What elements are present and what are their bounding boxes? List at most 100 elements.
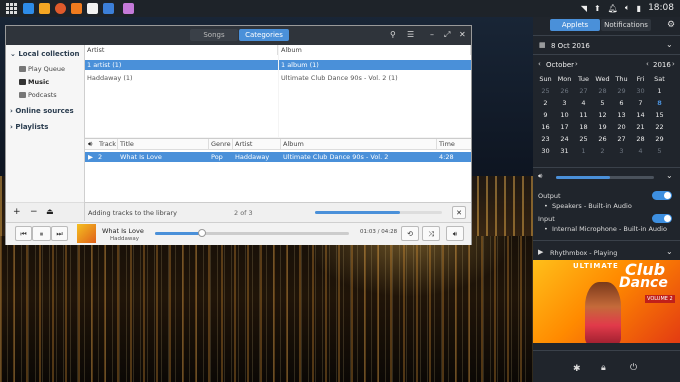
calendar-day[interactable]: 5: [593, 97, 612, 109]
calendar-day[interactable]: 25: [574, 133, 593, 145]
player-icon[interactable]: [71, 3, 82, 14]
calendar-day[interactable]: 30: [536, 145, 555, 157]
chevron-down-icon[interactable]: ⌄: [666, 171, 673, 180]
calendar-day[interactable]: 10: [555, 109, 574, 121]
system-settings-icon[interactable]: ✱: [573, 364, 581, 374]
artist-row[interactable]: Haddaway (1): [87, 73, 133, 83]
sidebar-item-podcasts[interactable]: Podcasts: [28, 91, 57, 99]
calendar-day[interactable]: 2: [536, 97, 555, 109]
col-time[interactable]: Time: [437, 139, 471, 149]
col-track[interactable]: Track: [97, 139, 118, 149]
bell-icon[interactable]: 🔔︎: [608, 4, 618, 13]
play-icon[interactable]: ▶: [538, 248, 543, 256]
calendar-day[interactable]: 1: [650, 85, 669, 97]
files-icon[interactable]: [103, 3, 114, 14]
col-genre[interactable]: Genre: [209, 139, 233, 149]
artist-header[interactable]: Artist: [85, 45, 278, 55]
calendar-day[interactable]: 6: [612, 97, 631, 109]
col-artist[interactable]: Artist: [233, 139, 281, 149]
seek-handle[interactable]: [197, 229, 206, 237]
settings-gear-icon[interactable]: ⚙: [667, 20, 675, 30]
col-album[interactable]: Album: [281, 139, 437, 149]
artist-all-row[interactable]: 1 artist (1): [85, 60, 278, 70]
calendar-day[interactable]: 14: [631, 109, 650, 121]
table-row[interactable]: ▶ 2 What Is Love Pop Haddaway Ultimate C…: [85, 152, 471, 162]
search-icon[interactable]: ⚲: [390, 30, 396, 39]
sidebar-item-play-queue[interactable]: Play Queue: [28, 65, 65, 73]
calendar-day[interactable]: 19: [593, 121, 612, 133]
wifi-icon[interactable]: ◥: [581, 4, 587, 13]
tab-categories[interactable]: Categories: [239, 29, 289, 41]
calendar-day[interactable]: 18: [574, 121, 593, 133]
seek-bar[interactable]: [155, 229, 349, 237]
close-icon[interactable]: ✕: [459, 30, 466, 39]
apps-grid-icon[interactable]: [6, 3, 17, 14]
calendar-day[interactable]: 17: [555, 121, 574, 133]
calendar-day[interactable]: 29: [612, 85, 631, 97]
next-button[interactable]: ⏭: [51, 226, 68, 241]
calendar-day[interactable]: 26: [593, 133, 612, 145]
previous-button[interactable]: ⏮: [15, 226, 32, 241]
calendar-day[interactable]: 12: [593, 109, 612, 121]
calendar-day[interactable]: 27: [574, 85, 593, 97]
remove-button[interactable]: −: [30, 207, 38, 217]
calendar-day[interactable]: 28: [631, 133, 650, 145]
media-icon[interactable]: [55, 3, 66, 14]
pause-button[interactable]: ⏸: [32, 226, 51, 241]
chevron-down-icon[interactable]: ⌄: [666, 247, 673, 256]
volume-button[interactable]: 🔊︎: [446, 226, 464, 241]
add-button[interactable]: +: [13, 207, 21, 217]
chevron-down-icon[interactable]: ⌄: [666, 40, 673, 49]
calendar-day[interactable]: 26: [555, 85, 574, 97]
calendar-day[interactable]: 13: [612, 109, 631, 121]
calendar-day[interactable]: 24: [555, 133, 574, 145]
cancel-import-button[interactable]: ✕: [452, 206, 466, 219]
calendar-day[interactable]: 25: [536, 85, 555, 97]
shuffle-button[interactable]: ⤨: [422, 226, 440, 241]
maximize-icon[interactable]: ⤢: [444, 30, 450, 40]
next-month-icon[interactable]: ›: [575, 60, 578, 68]
calendar-day[interactable]: 31: [555, 145, 574, 157]
tab-notifications[interactable]: Notifications: [601, 19, 651, 31]
calendar-day[interactable]: 4: [574, 97, 593, 109]
calendar-day[interactable]: 4: [631, 145, 650, 157]
calendar-day[interactable]: 1: [574, 145, 593, 157]
album-all-row[interactable]: 1 album (1): [279, 60, 471, 70]
sidebar-online-sources[interactable]: › Online sources: [10, 107, 74, 115]
output-toggle[interactable]: [652, 191, 672, 200]
sidebar-local-collection[interactable]: ⌄ Local collection: [10, 50, 79, 58]
calendar-day[interactable]: 30: [631, 85, 650, 97]
menu-icon[interactable]: ☰: [407, 30, 414, 39]
music-icon[interactable]: [87, 3, 98, 14]
album-row[interactable]: Ultimate Club Dance 90s - Vol. 2 (1): [281, 73, 398, 83]
power-icon[interactable]: ⏻: [630, 363, 637, 373]
volume-icon[interactable]: 🔈︎: [625, 3, 630, 13]
tab-songs[interactable]: Songs: [190, 29, 238, 41]
repeat-button[interactable]: ⟲: [401, 226, 419, 241]
album-header[interactable]: Album: [279, 45, 471, 55]
calendar-day[interactable]: 11: [574, 109, 593, 121]
calendar-day[interactable]: 3: [555, 97, 574, 109]
calendar-day[interactable]: 29: [650, 133, 669, 145]
calendar-day[interactable]: 15: [650, 109, 669, 121]
calendar-day[interactable]: 2: [593, 145, 612, 157]
calendar-day[interactable]: 7: [631, 97, 650, 109]
calendar-day[interactable]: 8: [650, 97, 669, 109]
volume-slider[interactable]: [556, 176, 654, 179]
upload-icon[interactable]: ⬆: [594, 4, 601, 13]
calendar-day[interactable]: 27: [612, 133, 631, 145]
store-icon[interactable]: [39, 3, 50, 14]
calendar-day[interactable]: 5: [650, 145, 669, 157]
input-device[interactable]: • Internal Microphone - Built-in Audio: [544, 225, 667, 233]
downloader-icon[interactable]: [23, 3, 34, 14]
tab-applets[interactable]: Applets: [550, 19, 600, 31]
calendar-day[interactable]: 20: [612, 121, 631, 133]
next-year-icon[interactable]: ›: [672, 60, 675, 68]
sidebar-item-music[interactable]: Music: [28, 78, 49, 86]
calendar-day[interactable]: 21: [631, 121, 650, 133]
minimize-icon[interactable]: –: [430, 30, 434, 39]
eject-button[interactable]: ⏏: [46, 207, 54, 216]
calendar-day[interactable]: 28: [593, 85, 612, 97]
prev-year-icon[interactable]: ‹: [646, 60, 649, 68]
sidebar-playlists[interactable]: › Playlists: [10, 123, 48, 131]
